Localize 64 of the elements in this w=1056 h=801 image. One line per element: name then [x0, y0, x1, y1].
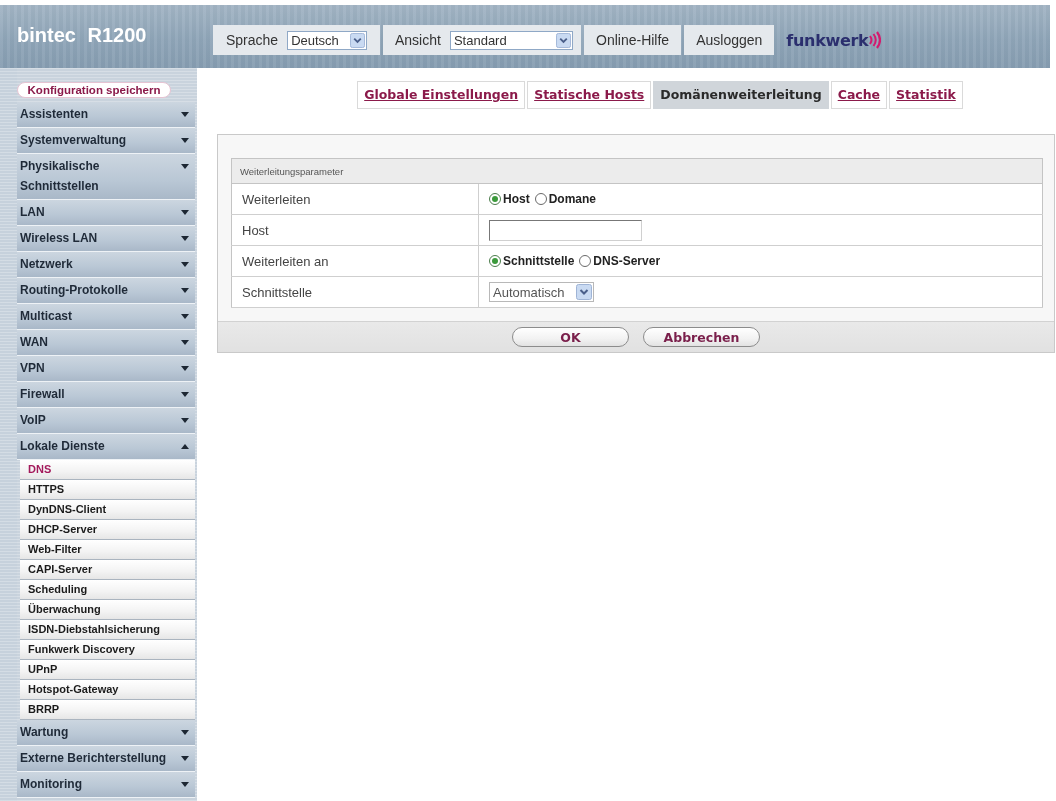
menu-item[interactable]: VPN: [17, 356, 195, 382]
dropdown-select[interactable]: Automatisch: [489, 282, 594, 302]
tab[interactable]: Statische Hosts: [527, 81, 652, 109]
field-label: Weiterleiten: [231, 183, 479, 215]
tab[interactable]: Statistik: [889, 81, 963, 109]
submenu-item[interactable]: Scheduling: [20, 580, 195, 600]
tab[interactable]: Domänenweiterleitung: [653, 81, 829, 109]
field-label: Host: [231, 214, 479, 246]
ok-button[interactable]: OK: [512, 327, 629, 347]
submenu-item[interactable]: UPnP: [20, 660, 195, 680]
menu-item[interactable]: Physikalische Schnittstellen: [17, 154, 195, 200]
menu-item[interactable]: Wireless LAN: [17, 226, 195, 252]
chevron-down-icon: [576, 284, 592, 300]
radio-label[interactable]: Domane: [548, 192, 596, 206]
tab[interactable]: Cache: [830, 81, 888, 109]
chevron-down-icon: [350, 32, 366, 48]
save-configuration-button[interactable]: Konfiguration speichern: [17, 82, 171, 98]
radio-label[interactable]: Schnittstelle: [503, 254, 575, 268]
radio-label[interactable]: DNS-Server: [593, 254, 661, 268]
menu-item[interactable]: Multicast: [17, 304, 195, 330]
logo-text: funkwerk: [786, 30, 869, 50]
menu-item[interactable]: Lokale Dienste: [17, 434, 195, 460]
menu-item[interactable]: Netzwerk: [17, 252, 195, 278]
view-label: Ansicht: [395, 32, 441, 48]
language-label: Sprache: [226, 32, 279, 48]
chevron-down-icon: [555, 32, 571, 48]
menu-item[interactable]: Routing-Protokolle: [17, 278, 195, 304]
submenu-item[interactable]: BRRP: [20, 700, 195, 720]
submenu-item[interactable]: Funkwerk Discovery: [20, 640, 195, 660]
menu-item[interactable]: Wartung: [17, 720, 195, 746]
submenu-item[interactable]: DHCP-Server: [20, 520, 195, 540]
header-link[interactable]: Online-Hilfe: [584, 25, 682, 55]
tab[interactable]: Globale Einstellungen: [357, 81, 526, 109]
menu-item[interactable]: LAN: [17, 200, 195, 226]
field-label: Weiterleiten an: [231, 245, 479, 277]
view-select[interactable]: Standard: [449, 30, 573, 50]
menu-item[interactable]: Externe Berichterstellung: [17, 746, 195, 772]
radio-label[interactable]: Host: [503, 192, 530, 206]
header-link[interactable]: Ausloggen: [684, 25, 775, 55]
submenu-item[interactable]: DynDNS-Client: [20, 500, 195, 520]
product-title: bintec R1200: [17, 24, 147, 46]
submenu-item[interactable]: ISDN-Diebstahlsicherung: [20, 620, 195, 640]
menu-item[interactable]: Assistenten: [17, 102, 195, 128]
submenu-item[interactable]: DNS: [20, 460, 195, 480]
menu-item[interactable]: Systemverwaltung: [17, 128, 195, 154]
submenu-item[interactable]: HTTPS: [20, 480, 195, 500]
menu-item[interactable]: Monitoring: [17, 772, 195, 798]
text-input-field[interactable]: [489, 219, 642, 241]
radio-button[interactable]: [579, 255, 592, 267]
menu-item[interactable]: VoIP: [17, 408, 195, 434]
menu-item[interactable]: WAN: [17, 330, 195, 356]
submenu-item[interactable]: Hotspot-Gateway: [20, 680, 195, 700]
radio-button[interactable]: [489, 255, 501, 267]
field-label: Schnittstelle: [231, 276, 479, 308]
cancel-button[interactable]: Abbrechen: [643, 327, 760, 347]
menu-item[interactable]: Firewall: [17, 382, 195, 408]
section-title: Weiterleitungsparameter: [231, 158, 1043, 184]
radio-button[interactable]: [489, 193, 501, 205]
radio-button[interactable]: [534, 193, 547, 205]
submenu-item[interactable]: Web-Filter: [20, 540, 195, 560]
submenu-item[interactable]: Überwachung: [20, 600, 195, 620]
submenu-item[interactable]: CAPI-Server: [20, 560, 195, 580]
language-select[interactable]: Deutsch: [287, 30, 368, 50]
signal-waves-icon: [869, 31, 882, 49]
